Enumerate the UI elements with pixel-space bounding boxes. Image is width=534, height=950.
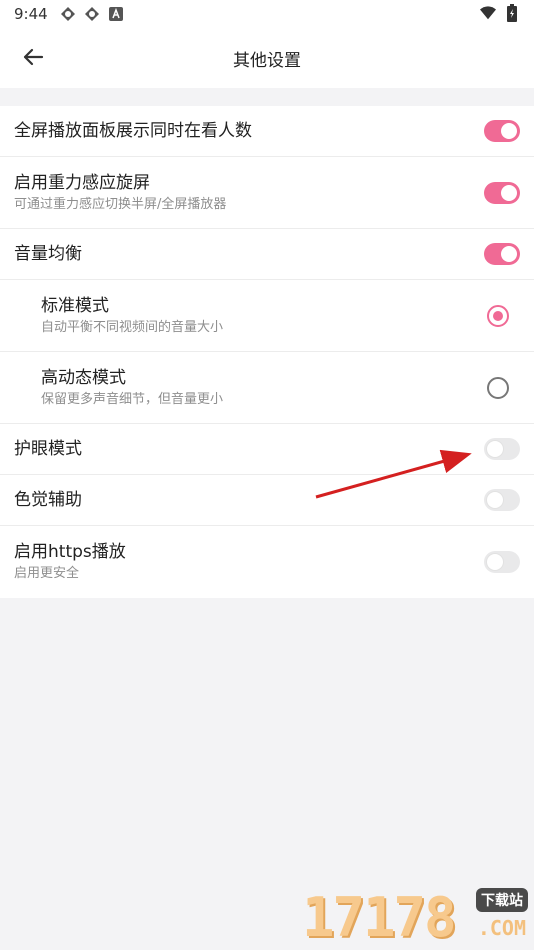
page-title: 其他设置 bbox=[233, 50, 301, 71]
setting-subtitle: 保留更多声音细节，但音量更小 bbox=[41, 391, 224, 407]
setting-title: 全屏播放面板展示同时在看人数 bbox=[14, 121, 252, 141]
setting-title: 护眼模式 bbox=[14, 439, 82, 459]
setting-title: 启用重力感应旋屏 bbox=[14, 172, 150, 193]
setting-https-playback[interactable]: 启用https播放 启用更安全 bbox=[0, 526, 534, 598]
battery-icon bbox=[504, 4, 520, 22]
viewer-count-toggle[interactable] bbox=[484, 120, 520, 142]
setting-subtitle: 启用更安全 bbox=[14, 566, 80, 581]
setting-subtitle: 可通过重力感应切换半屏/全屏播放器 bbox=[14, 196, 227, 212]
text-icon bbox=[108, 6, 124, 22]
eye-protection-toggle[interactable] bbox=[484, 438, 520, 460]
navigation-icon bbox=[84, 6, 100, 22]
setting-volume-balance[interactable]: 音量均衡 bbox=[0, 229, 534, 280]
setting-eye-protection[interactable]: 护眼模式 bbox=[0, 424, 534, 475]
color-vision-toggle[interactable] bbox=[484, 489, 520, 511]
setting-title: 音量均衡 bbox=[14, 244, 82, 264]
toggle-knob bbox=[487, 441, 503, 457]
gravity-rotate-toggle[interactable] bbox=[484, 181, 520, 204]
wifi-icon bbox=[480, 5, 496, 21]
setting-viewer-count[interactable]: 全屏播放面板展示同时在看人数 bbox=[0, 106, 534, 157]
navigation-icon bbox=[60, 6, 76, 22]
settings-list: 全屏播放面板展示同时在看人数 启用重力感应旋屏 可通过重力感应切换半屏/全屏播放… bbox=[0, 106, 534, 598]
app-bar: 其他设置 bbox=[0, 28, 534, 88]
toggle-knob bbox=[501, 184, 517, 201]
back-arrow-icon bbox=[23, 48, 44, 66]
toggle-knob bbox=[487, 492, 503, 508]
watermark-digits: 17178 bbox=[302, 886, 457, 949]
standard-mode-radio[interactable] bbox=[487, 304, 509, 327]
status-notification-icons bbox=[60, 6, 124, 22]
watermark-logo: 17178 下载站 .COM bbox=[302, 886, 530, 946]
section-gap bbox=[0, 88, 534, 106]
toggle-knob bbox=[501, 246, 517, 262]
setting-high-dynamic-mode[interactable]: 高动态模式 保留更多声音细节，但音量更小 bbox=[0, 352, 534, 424]
radio-dot bbox=[493, 310, 503, 321]
setting-title: 色觉辅助 bbox=[14, 490, 82, 510]
setting-title: 高动态模式 bbox=[41, 367, 126, 388]
watermark-domain: .COM bbox=[477, 916, 526, 940]
toggle-knob bbox=[487, 554, 503, 570]
https-playback-toggle[interactable] bbox=[484, 551, 520, 573]
status-time: 9:44 bbox=[14, 5, 48, 23]
setting-title: 标准模式 bbox=[41, 295, 109, 316]
high-dynamic-mode-radio[interactable] bbox=[487, 376, 509, 399]
setting-subtitle: 自动平衡不同视频间的音量大小 bbox=[41, 319, 224, 335]
back-button[interactable] bbox=[18, 42, 48, 72]
status-bar: 9:44 bbox=[0, 0, 534, 28]
watermark-badge: 下载站 bbox=[476, 888, 528, 912]
setting-gravity-rotate[interactable]: 启用重力感应旋屏 可通过重力感应切换半屏/全屏播放器 bbox=[0, 157, 534, 229]
setting-title: 启用https播放 bbox=[14, 542, 126, 562]
toggle-knob bbox=[501, 123, 517, 139]
status-system-icons bbox=[480, 4, 520, 22]
setting-standard-mode[interactable]: 标准模式 自动平衡不同视频间的音量大小 bbox=[0, 280, 534, 352]
setting-color-vision[interactable]: 色觉辅助 bbox=[0, 475, 534, 526]
volume-balance-toggle[interactable] bbox=[484, 243, 520, 265]
